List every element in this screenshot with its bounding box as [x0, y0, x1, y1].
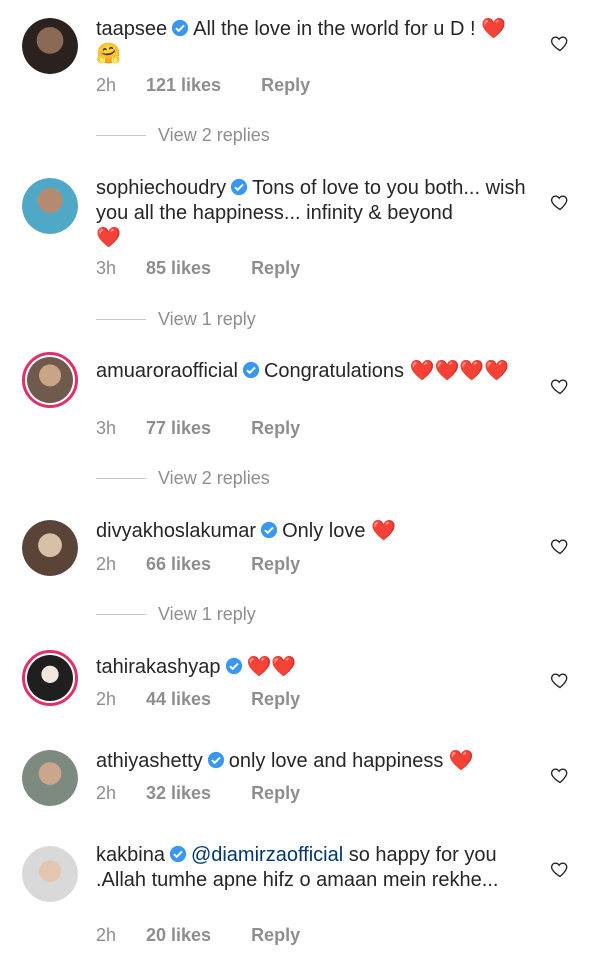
heart-outline-icon[interactable]	[550, 670, 570, 690]
likes-count[interactable]: 121 likes	[146, 75, 221, 96]
verified-badge-icon	[169, 845, 187, 863]
comment-text: All the love in the world for u D !	[193, 18, 482, 40]
comment-meta: 3h 85 likes Reply	[96, 258, 300, 279]
comment-time: 2h	[96, 689, 117, 709]
comment-time: 2h	[96, 554, 117, 574]
heart-emoji: ❤️	[96, 227, 121, 249]
heart-outline-icon[interactable]	[550, 536, 570, 556]
view-replies-label: View 1 reply	[158, 309, 256, 329]
view-replies-button[interactable]: View 1 reply	[96, 309, 256, 330]
view-replies-label: View 2 replies	[158, 125, 270, 145]
reply-button[interactable]: Reply	[251, 554, 300, 575]
verified-badge-icon	[225, 657, 242, 675]
view-replies-label: View 1 reply	[158, 604, 256, 624]
view-replies-button[interactable]: View 1 reply	[96, 604, 256, 625]
comment-time: 2h	[96, 75, 117, 95]
divider-line	[96, 319, 146, 320]
reply-button[interactable]: Reply	[261, 75, 310, 96]
view-replies-button[interactable]: View 2 replies	[96, 468, 270, 489]
heart-emoji: ❤️	[448, 750, 474, 772]
comment-body: divyakhoslakumar Only love ❤️	[96, 519, 536, 544]
view-replies-button[interactable]: View 2 replies	[96, 125, 270, 146]
heart-emoji: ❤️❤️	[246, 656, 297, 678]
likes-count[interactable]: 77 likes	[146, 418, 211, 439]
comment-time: 3h	[96, 418, 117, 438]
heart-emoji: ❤️	[371, 520, 396, 542]
hug-emoji: 🤗	[96, 43, 121, 65]
reply-button[interactable]: Reply	[251, 925, 300, 946]
comment-meta: 2h 44 likes Reply	[96, 689, 300, 710]
reply-button[interactable]: Reply	[251, 418, 300, 439]
heart-outline-icon[interactable]	[550, 376, 570, 396]
likes-count[interactable]: 32 likes	[146, 783, 211, 804]
heart-outline-icon[interactable]	[550, 765, 570, 785]
comment-text: only love and happiness	[228, 750, 449, 772]
comment-meta: 2h 66 likes Reply	[96, 554, 300, 575]
reply-button[interactable]: Reply	[251, 783, 300, 804]
comment-time: 2h	[96, 783, 117, 803]
comment-meta: 2h 20 likes Reply	[96, 925, 300, 946]
comment-username[interactable]: taapsee	[96, 18, 167, 40]
comment-time: 3h	[96, 258, 117, 278]
comment-username[interactable]: tahirakashyap	[96, 656, 221, 678]
view-replies-label: View 2 replies	[158, 468, 270, 488]
heart-outline-icon[interactable]	[550, 33, 570, 53]
verified-badge-icon	[230, 178, 248, 196]
comment-body: kakbina @diamirzaofficial so happy for yo…	[96, 843, 536, 893]
verified-badge-icon	[207, 751, 224, 769]
comment-body: athiyashetty only love and happiness ❤️	[96, 749, 536, 774]
divider-line	[96, 135, 146, 136]
comment-text: Congratulations	[263, 360, 410, 382]
comment-body: taapsee All the love in the world for u D…	[96, 17, 536, 67]
heart-emoji: ❤️	[481, 18, 506, 40]
verified-badge-icon	[260, 521, 278, 539]
likes-count[interactable]: 44 likes	[146, 689, 211, 710]
comment-username[interactable]: divyakhoslakumar	[96, 520, 256, 542]
comment-body: sophiechoudry Tons of love to you both...…	[96, 176, 536, 251]
verified-badge-icon	[242, 361, 260, 379]
comment-username[interactable]: athiyashetty	[96, 750, 203, 772]
avatar[interactable]	[22, 520, 78, 576]
avatar[interactable]	[22, 178, 78, 234]
likes-count[interactable]: 66 likes	[146, 554, 211, 575]
heart-outline-icon[interactable]	[550, 192, 570, 212]
avatar[interactable]	[22, 846, 78, 902]
avatar-story[interactable]	[22, 352, 78, 408]
avatar[interactable]	[22, 18, 78, 74]
verified-badge-icon	[172, 19, 189, 37]
heart-outline-icon[interactable]	[550, 859, 570, 879]
divider-line	[96, 614, 146, 615]
comment-username[interactable]: kakbina	[96, 844, 165, 866]
comment-body: amuaroraofficial Congratulations ❤️❤️❤️❤️	[96, 359, 536, 384]
avatar[interactable]	[22, 750, 78, 806]
comment-body: tahirakashyap ❤️❤️	[96, 655, 536, 680]
likes-count[interactable]: 85 likes	[146, 258, 211, 279]
comment-meta: 3h 77 likes Reply	[96, 418, 300, 439]
mention-link[interactable]: @diamirzaofficial	[191, 844, 343, 866]
reply-button[interactable]: Reply	[251, 689, 300, 710]
divider-line	[96, 478, 146, 479]
avatar-story[interactable]	[22, 650, 78, 706]
comment-time: 2h	[96, 925, 117, 945]
comment-meta: 2h 121 likes Reply	[96, 75, 310, 96]
heart-emoji: ❤️❤️❤️❤️	[409, 360, 510, 382]
comment-username[interactable]: sophiechoudry	[96, 177, 226, 199]
likes-count[interactable]: 20 likes	[146, 925, 211, 946]
comment-meta: 2h 32 likes Reply	[96, 783, 300, 804]
comment-text: Only love	[282, 520, 372, 542]
comment-username[interactable]: amuaroraofficial	[96, 360, 238, 382]
reply-button[interactable]: Reply	[251, 258, 300, 279]
